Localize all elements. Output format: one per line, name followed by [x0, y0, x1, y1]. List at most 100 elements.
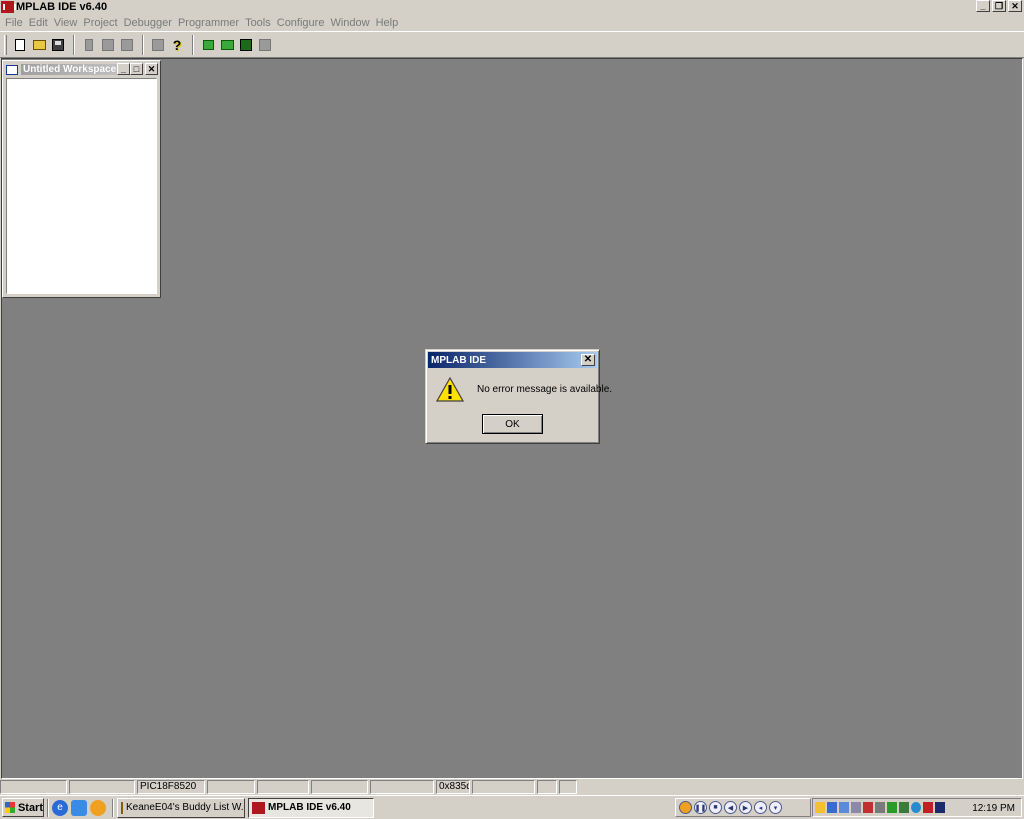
menu-window[interactable]: Window: [329, 17, 374, 29]
media-player-logo-icon[interactable]: [679, 801, 692, 814]
status-pane: [257, 780, 309, 794]
copy-button[interactable]: [99, 36, 117, 54]
next-track-icon[interactable]: ▶: [739, 801, 752, 814]
mplab-app-icon: [252, 801, 265, 814]
system-tray: 12:19 PM: [812, 798, 1022, 817]
open-project-icon: [220, 39, 234, 50]
status-icon[interactable]: [887, 802, 897, 813]
windows-taskbar: Start e KeaneE04's Buddy List W... MPLAB…: [0, 795, 1024, 819]
media-player-icon[interactable]: [90, 799, 106, 816]
menu-debugger[interactable]: Debugger: [123, 17, 177, 29]
close-project-icon: [259, 38, 271, 51]
dialog-close-button[interactable]: ✕: [581, 354, 595, 366]
outlook-express-icon[interactable]: [71, 799, 87, 816]
save-button[interactable]: [49, 36, 67, 54]
menu-view[interactable]: View: [53, 17, 83, 29]
task-label: KeaneE04's Buddy List W...: [126, 802, 245, 813]
print-icon: [152, 38, 164, 51]
window-title: MPLAB IDE v6.40: [16, 1, 108, 13]
task-mplab-ide[interactable]: MPLAB IDE v6.40: [248, 797, 374, 818]
menu-configure[interactable]: Configure: [276, 17, 330, 29]
menu-help[interactable]: Help: [375, 17, 404, 29]
menu-tools[interactable]: Tools: [244, 17, 276, 29]
toolbar-grip[interactable]: [4, 34, 7, 55]
display-icon[interactable]: [851, 802, 861, 813]
app-tray-icon[interactable]: [923, 802, 933, 813]
dialog-message: No error message is available.: [477, 384, 613, 395]
menu-programmer[interactable]: Programmer: [177, 17, 244, 29]
status-bar: PIC18F8520 0x835d: [0, 780, 1024, 795]
save-icon: [52, 38, 64, 51]
status-pane: [69, 780, 135, 794]
menu-edit[interactable]: Edit: [28, 17, 53, 29]
internet-explorer-icon[interactable]: e: [52, 799, 68, 816]
clock[interactable]: 12:19 PM: [972, 803, 1015, 814]
new-project-icon: [202, 39, 214, 50]
status-pane: [207, 780, 255, 794]
new-file-button[interactable]: [11, 36, 29, 54]
new-project-button[interactable]: [199, 36, 217, 54]
aim-tray-icon[interactable]: [815, 802, 825, 813]
taskbar-divider: [112, 798, 114, 817]
app-tray-icon[interactable]: [935, 802, 945, 813]
status-pane: [559, 780, 577, 794]
workspace-tree-panel[interactable]: [6, 78, 157, 294]
cut-button[interactable]: [80, 36, 98, 54]
save-project-button[interactable]: [237, 36, 255, 54]
network-icon[interactable]: [839, 802, 849, 813]
workspace-controls: _ □ ✕: [117, 63, 158, 75]
start-button[interactable]: Start: [2, 798, 44, 817]
volume-icon[interactable]: ◂: [754, 801, 767, 814]
paste-button[interactable]: [118, 36, 136, 54]
stop-icon[interactable]: ■: [709, 801, 722, 814]
close-button[interactable]: ✕: [1008, 0, 1022, 12]
open-project-button[interactable]: [218, 36, 236, 54]
copy-icon: [102, 38, 114, 51]
workspace-close-button[interactable]: ✕: [145, 63, 158, 75]
pause-icon[interactable]: ❚❚: [694, 801, 707, 814]
aim-icon: [121, 801, 123, 814]
workspace-title-bar[interactable]: Untitled Workspace _ □ ✕: [3, 61, 160, 78]
open-file-icon: [32, 39, 46, 50]
close-project-button[interactable]: [256, 36, 274, 54]
previous-track-icon[interactable]: ◀: [724, 801, 737, 814]
workspace-maximize-button[interactable]: □: [130, 63, 143, 75]
security-icon[interactable]: [863, 802, 873, 813]
status-address: 0x835d: [436, 780, 470, 794]
app-title-bar: MPLAB IDE v6.40 _ ❐ ✕: [0, 0, 1024, 14]
toolbar-separator: [73, 34, 75, 55]
error-dialog: MPLAB IDE ✕ No error message is availabl…: [425, 349, 612, 444]
status-pane: [537, 780, 557, 794]
menu-arrow-icon[interactable]: ▾: [769, 801, 782, 814]
help-button[interactable]: ?: [168, 36, 186, 54]
windows-logo-icon: [5, 802, 15, 813]
workspace-minimize-button[interactable]: _: [117, 63, 130, 75]
toolbar-separator: [192, 34, 194, 55]
battery-icon[interactable]: [899, 802, 909, 813]
status-pane: [472, 780, 535, 794]
minimize-button[interactable]: _: [976, 0, 990, 12]
ok-button[interactable]: OK: [482, 414, 543, 434]
help-icon: ?: [172, 36, 182, 53]
open-file-button[interactable]: [30, 36, 48, 54]
paste-icon: [121, 38, 133, 51]
menu-file[interactable]: File: [4, 17, 28, 29]
dialog-title: MPLAB IDE: [431, 354, 486, 366]
mplab-app-icon[interactable]: [1, 1, 16, 13]
status-pane: [370, 780, 434, 794]
cut-icon: [85, 38, 93, 51]
menu-project[interactable]: Project: [82, 17, 122, 29]
new-file-icon: [15, 38, 25, 51]
status-device: PIC18F8520: [137, 780, 205, 794]
task-buddy-list[interactable]: KeaneE04's Buddy List W...: [117, 797, 245, 818]
globe-icon[interactable]: [911, 802, 921, 813]
workspace-window[interactable]: Untitled Workspace _ □ ✕: [2, 60, 161, 298]
media-player-toolbar: ❚❚ ■ ◀ ▶ ◂ ▾: [675, 798, 811, 817]
workspace-title: Untitled Workspace: [21, 64, 119, 75]
network-icon[interactable]: [827, 802, 837, 813]
restore-button[interactable]: ❐: [992, 0, 1006, 12]
main-toolbar: ?: [0, 31, 1024, 58]
dialog-title-bar[interactable]: MPLAB IDE ✕: [428, 352, 597, 368]
speaker-icon[interactable]: [875, 802, 885, 813]
print-button[interactable]: [149, 36, 167, 54]
